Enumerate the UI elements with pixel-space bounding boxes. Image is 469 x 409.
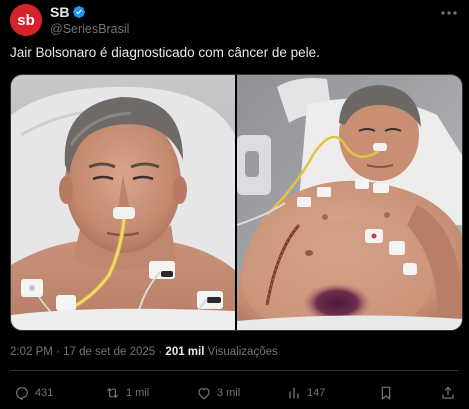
tweet-text: Jair Bolsonaro é diagnosticado com cânce…	[10, 45, 320, 60]
meta-separator: ·	[158, 346, 163, 358]
views-button[interactable]: 147	[286, 385, 325, 401]
display-name-row: SB	[50, 4, 129, 20]
patient-abdomen-image	[237, 75, 462, 330]
avatar[interactable]: sb	[10, 4, 42, 36]
patient-closeup-image	[11, 75, 235, 330]
repost-count: 1 mil	[126, 387, 150, 399]
photo-left[interactable]	[11, 75, 235, 330]
meta-separator: ·	[56, 346, 60, 358]
repost-button[interactable]: 1 mil	[104, 385, 149, 401]
divider	[10, 370, 459, 371]
share-icon	[442, 386, 454, 399]
tweet-time[interactable]: 2:02 PM	[10, 346, 53, 358]
photo-right[interactable]	[237, 75, 462, 330]
views-action-count: 147	[307, 387, 326, 399]
repost-icon	[107, 387, 118, 399]
more-icon[interactable]	[439, 6, 459, 20]
bookmark-icon	[381, 386, 391, 400]
action-bar: 431 1 mil 3 mil 147	[0, 378, 469, 408]
avatar-logo-text: sb	[17, 12, 35, 29]
tweet-date[interactable]: 17 de set de 2025	[63, 346, 155, 358]
reply-count: 431	[35, 387, 54, 399]
author-names: SB @SeriesBrasil	[50, 4, 129, 37]
avatar-logo-icon: sb	[10, 4, 42, 36]
views-count: 201 mil	[165, 346, 205, 358]
verified-badge-icon[interactable]	[72, 5, 86, 19]
tweet-meta: 2:02 PM · 17 de set de 2025 · 201 mil Vi…	[10, 345, 278, 359]
author-handle[interactable]: @SeriesBrasil	[50, 21, 129, 37]
views-icon	[289, 387, 299, 399]
like-count: 3 mil	[217, 387, 241, 399]
views-label: Visualizações	[207, 346, 278, 358]
tweet-header: sb SB @SeriesBrasil	[10, 4, 459, 40]
reply-icon	[16, 387, 28, 401]
share-button[interactable]	[440, 385, 456, 401]
reply-button[interactable]: 431	[14, 385, 53, 401]
like-button[interactable]: 3 mil	[196, 385, 240, 401]
like-icon	[198, 388, 210, 400]
bookmark-button[interactable]	[378, 385, 394, 401]
display-name[interactable]: SB	[50, 4, 69, 20]
media-grid	[10, 74, 463, 331]
